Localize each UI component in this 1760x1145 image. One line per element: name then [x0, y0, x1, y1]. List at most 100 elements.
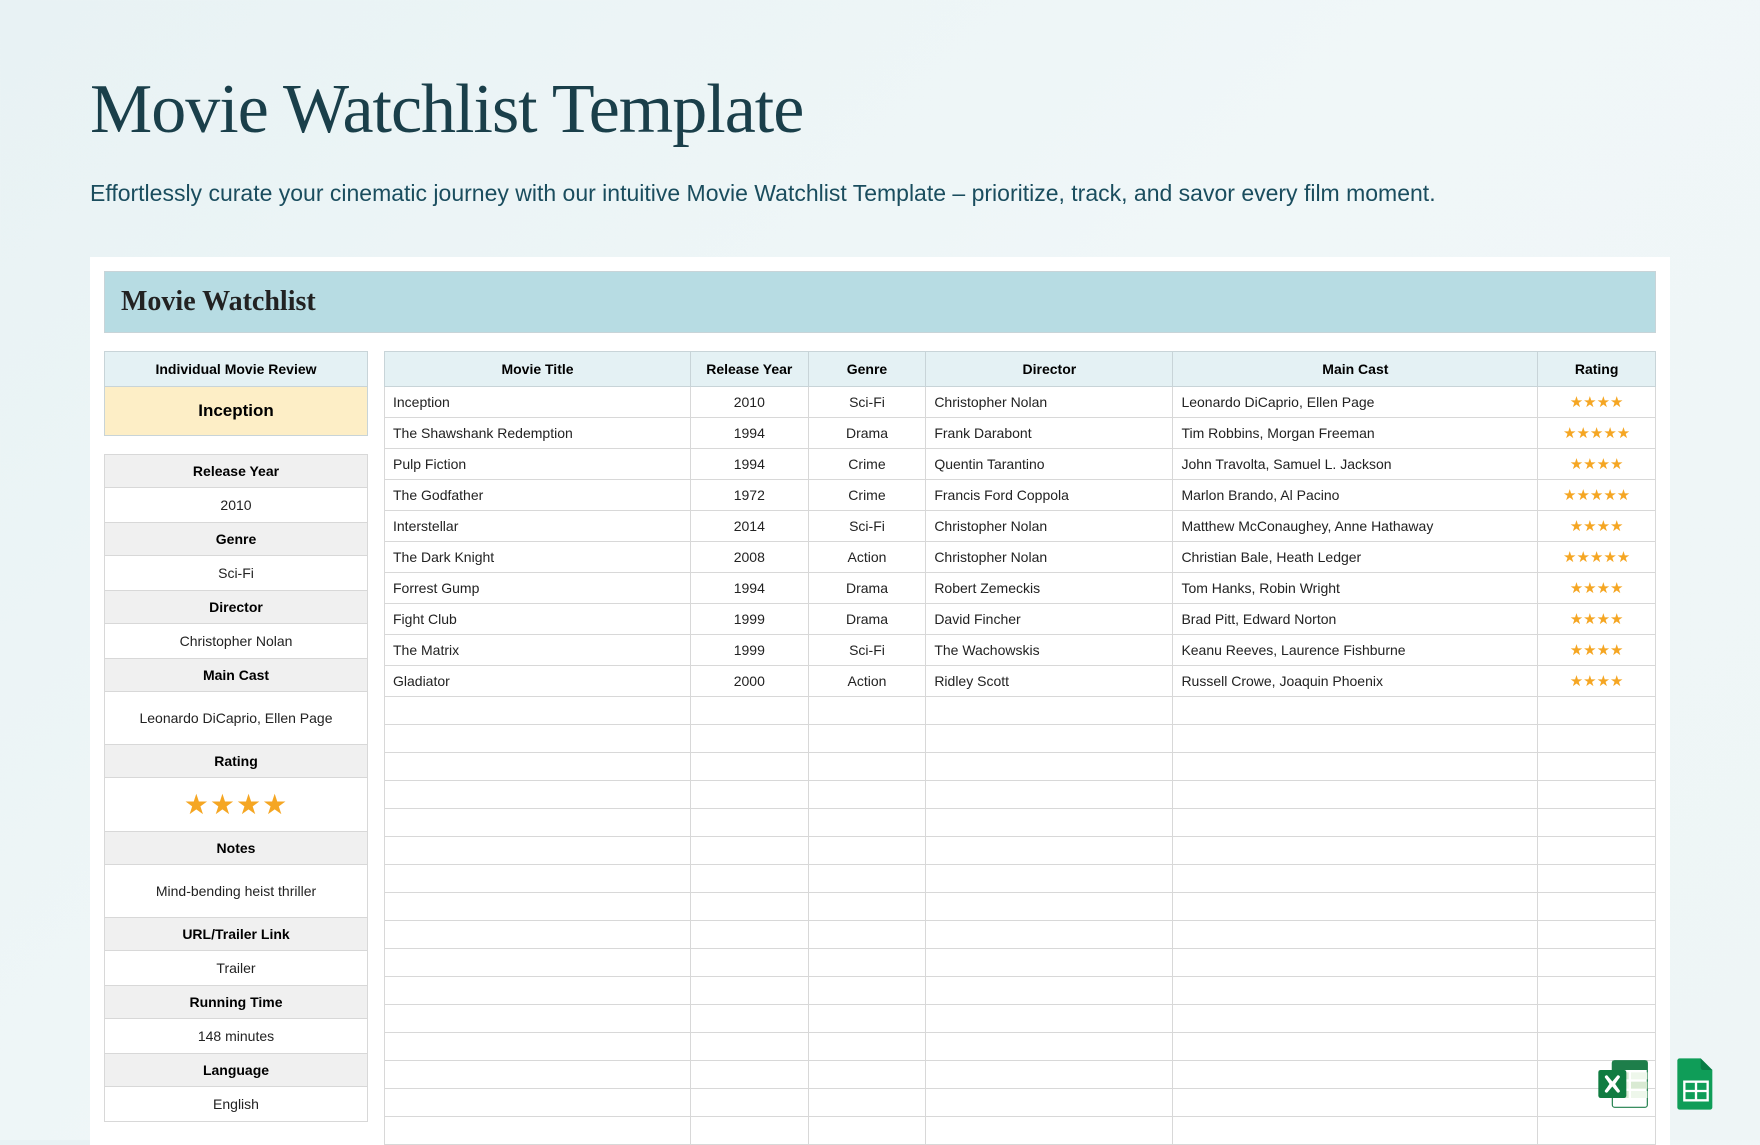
cell-title: The Shawshank Redemption [385, 418, 691, 449]
detail-value: Mind-bending heist thriller [104, 865, 368, 918]
excel-icon[interactable] [1596, 1056, 1652, 1112]
cell-rating: ★★★★★ [1538, 480, 1656, 511]
detail-value: Trailer [104, 951, 368, 986]
detail-value: Sci-Fi [104, 556, 368, 591]
table-row-empty[interactable] [385, 977, 1656, 1005]
table-row[interactable]: The Dark Knight2008ActionChristopher Nol… [385, 542, 1656, 573]
cell-director: Christopher Nolan [926, 511, 1173, 542]
detail-value: Leonardo DiCaprio, Ellen Page [104, 692, 368, 745]
cell-genre: Crime [808, 480, 926, 511]
table-row-empty[interactable] [385, 893, 1656, 921]
table-row-empty[interactable] [385, 865, 1656, 893]
sheet-title: Movie Watchlist [104, 271, 1656, 333]
table-row-empty[interactable] [385, 949, 1656, 977]
table-row[interactable]: Fight Club1999DramaDavid FincherBrad Pit… [385, 604, 1656, 635]
cell-cast: Russell Crowe, Joaquin Phoenix [1173, 666, 1538, 697]
cell-genre: Drama [808, 604, 926, 635]
cell-cast: Keanu Reeves, Laurence Fishburne [1173, 635, 1538, 666]
table-row-empty[interactable] [385, 809, 1656, 837]
review-panel-header: Individual Movie Review [104, 351, 368, 387]
table-row[interactable]: Pulp Fiction1994CrimeQuentin TarantinoJo… [385, 449, 1656, 480]
cell-genre: Action [808, 666, 926, 697]
cell-year: 1972 [690, 480, 808, 511]
cell-title: The Matrix [385, 635, 691, 666]
cell-year: 1994 [690, 418, 808, 449]
cell-rating: ★★★★★ [1538, 418, 1656, 449]
review-panel: Individual Movie Review Inception Releas… [104, 351, 368, 1145]
cell-rating: ★★★★ [1538, 604, 1656, 635]
cell-rating: ★★★★ [1538, 449, 1656, 480]
cell-title: Interstellar [385, 511, 691, 542]
cell-director: Christopher Nolan [926, 387, 1173, 418]
column-header: Rating [1538, 352, 1656, 387]
table-row-empty[interactable] [385, 921, 1656, 949]
cell-title: The Godfather [385, 480, 691, 511]
column-header: Movie Title [385, 352, 691, 387]
table-row-empty[interactable] [385, 697, 1656, 725]
table-row-empty[interactable] [385, 1089, 1656, 1117]
cell-genre: Sci-Fi [808, 511, 926, 542]
page-title: Movie Watchlist Template [90, 70, 1670, 150]
detail-label: Release Year [104, 454, 368, 488]
cell-rating: ★★★★ [1538, 635, 1656, 666]
table-row[interactable]: Interstellar2014Sci-FiChristopher NolanM… [385, 511, 1656, 542]
page-subtitle: Effortlessly curate your cinematic journ… [90, 180, 1670, 207]
cell-director: Francis Ford Coppola [926, 480, 1173, 511]
table-row[interactable]: Gladiator2000ActionRidley ScottRussell C… [385, 666, 1656, 697]
cell-director: Christopher Nolan [926, 542, 1173, 573]
detail-label: Language [104, 1054, 368, 1087]
google-sheets-icon[interactable] [1668, 1056, 1724, 1112]
detail-label: Genre [104, 523, 368, 556]
table-row-empty[interactable] [385, 781, 1656, 809]
cell-year: 1994 [690, 573, 808, 604]
cell-cast: Brad Pitt, Edward Norton [1173, 604, 1538, 635]
detail-label: Notes [104, 832, 368, 865]
cell-director: Ridley Scott [926, 666, 1173, 697]
table-row-empty[interactable] [385, 753, 1656, 781]
cell-title: The Dark Knight [385, 542, 691, 573]
table-row-empty[interactable] [385, 1005, 1656, 1033]
cell-genre: Crime [808, 449, 926, 480]
cell-cast: Matthew McConaughey, Anne Hathaway [1173, 511, 1538, 542]
cell-year: 2014 [690, 511, 808, 542]
column-header: Main Cast [1173, 352, 1538, 387]
cell-title: Forrest Gump [385, 573, 691, 604]
cell-year: 2000 [690, 666, 808, 697]
table-row-empty[interactable] [385, 837, 1656, 865]
table-row[interactable]: Inception2010Sci-FiChristopher NolanLeon… [385, 387, 1656, 418]
cell-title: Fight Club [385, 604, 691, 635]
spreadsheet-preview: Movie Watchlist Individual Movie Review … [90, 257, 1670, 1145]
cell-rating: ★★★★ [1538, 387, 1656, 418]
cell-director: Quentin Tarantino [926, 449, 1173, 480]
cell-cast: Christian Bale, Heath Ledger [1173, 542, 1538, 573]
table-row-empty[interactable] [385, 725, 1656, 753]
table-row[interactable]: The Shawshank Redemption1994DramaFrank D… [385, 418, 1656, 449]
cell-year: 2008 [690, 542, 808, 573]
cell-rating: ★★★★ [1538, 666, 1656, 697]
table-row[interactable]: Forrest Gump1994DramaRobert ZemeckisTom … [385, 573, 1656, 604]
table-row[interactable]: The Matrix1999Sci-FiThe WachowskisKeanu … [385, 635, 1656, 666]
cell-title: Pulp Fiction [385, 449, 691, 480]
cell-cast: Marlon Brando, Al Pacino [1173, 480, 1538, 511]
detail-value: 148 minutes [104, 1019, 368, 1054]
cell-year: 2010 [690, 387, 808, 418]
detail-label: Rating [104, 745, 368, 778]
table-row-empty[interactable] [385, 1033, 1656, 1061]
featured-movie: Inception [104, 387, 368, 436]
cell-year: 1999 [690, 635, 808, 666]
movie-table: Movie TitleRelease YearGenreDirectorMain… [384, 351, 1656, 1145]
table-row-empty[interactable] [385, 1117, 1656, 1145]
cell-director: Frank Darabont [926, 418, 1173, 449]
cell-cast: Tim Robbins, Morgan Freeman [1173, 418, 1538, 449]
app-icons [1596, 1056, 1724, 1112]
detail-label: Main Cast [104, 659, 368, 692]
detail-label: URL/Trailer Link [104, 918, 368, 951]
cell-director: The Wachowskis [926, 635, 1173, 666]
cell-genre: Drama [808, 573, 926, 604]
cell-title: Inception [385, 387, 691, 418]
table-row-empty[interactable] [385, 1061, 1656, 1089]
detail-value: Christopher Nolan [104, 624, 368, 659]
table-row[interactable]: The Godfather1972CrimeFrancis Ford Coppo… [385, 480, 1656, 511]
cell-director: Robert Zemeckis [926, 573, 1173, 604]
detail-label: Director [104, 591, 368, 624]
